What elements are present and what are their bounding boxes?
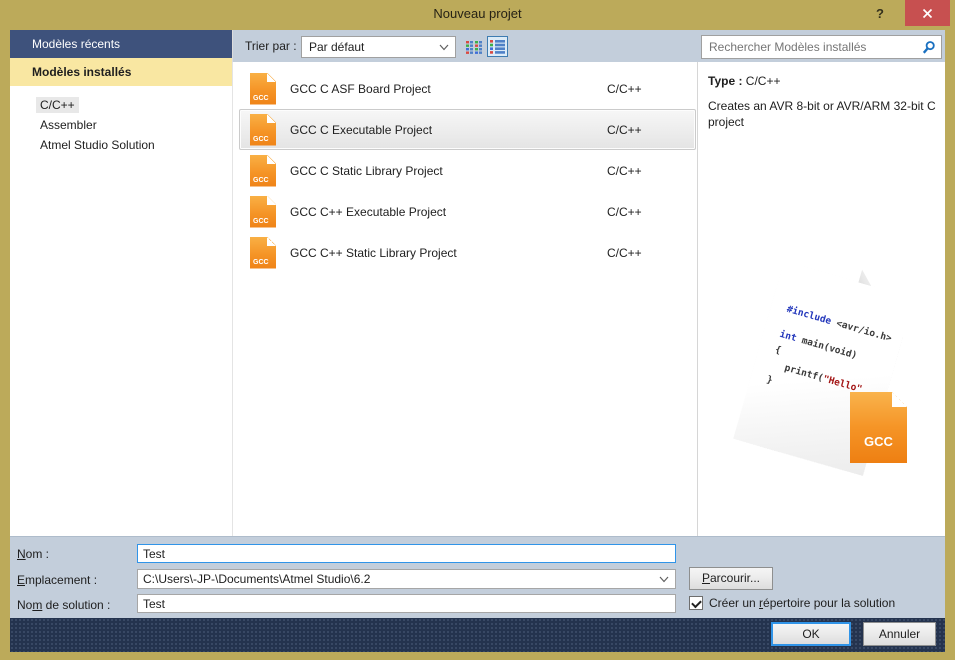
solution-name-label: Nom de solution : bbox=[17, 598, 110, 612]
template-list: GCC GCC C ASF Board Project C/C++ GCC GC… bbox=[232, 62, 697, 536]
project-form: Nom : Emplacement : C:\Users\-JP-\Docume… bbox=[10, 536, 945, 618]
medium-icons-view-icon bbox=[465, 40, 482, 54]
chevron-down-icon bbox=[659, 576, 669, 583]
solution-name-input[interactable] bbox=[137, 594, 676, 613]
template-category-tree: C/C++ Assembler Atmel Studio Solution bbox=[10, 86, 232, 155]
gcc-icon-label: GCC bbox=[253, 95, 269, 102]
template-row-gcc-cpp-static-library[interactable]: GCC GCC C++ Static Library Project C/C++ bbox=[239, 232, 696, 273]
create-directory-label: Créer un répertoire pour la solution bbox=[709, 596, 895, 610]
cancel-button[interactable]: Annuler bbox=[863, 622, 936, 646]
template-row-gcc-c-executable[interactable]: GCC GCC C Executable Project C/C++ bbox=[239, 109, 696, 150]
template-row-gcc-cpp-executable[interactable]: GCC GCC C++ Executable Project C/C++ bbox=[239, 191, 696, 232]
help-button[interactable]: ? bbox=[867, 3, 893, 25]
sidebar-item-recent-templates[interactable]: Modèles récents bbox=[10, 30, 232, 58]
list-toolbar: Trier par : Par défaut bbox=[232, 30, 945, 62]
gcc-file-icon: GCC bbox=[250, 155, 276, 187]
template-description: Creates an AVR 8-bit or AVR/ARM 32-bit C… bbox=[708, 98, 940, 130]
tree-item-assembler[interactable]: Assembler bbox=[10, 115, 232, 135]
titlebar: Nouveau projet ? bbox=[0, 0, 955, 30]
gcc-file-icon: GCC bbox=[250, 73, 276, 105]
location-label: Emplacement : bbox=[17, 573, 97, 587]
type-label: Type : bbox=[708, 74, 742, 88]
type-value: C/C++ bbox=[746, 74, 781, 88]
template-type: C/C++ bbox=[607, 164, 642, 178]
tree-item-label: C/C++ bbox=[36, 97, 79, 113]
gcc-file-icon: GCC bbox=[250, 196, 276, 228]
gcc-icon-label: GCC bbox=[253, 177, 269, 184]
template-row-gcc-c-asf-board[interactable]: GCC GCC C ASF Board Project C/C++ bbox=[239, 68, 696, 109]
medium-icons-view-button[interactable] bbox=[463, 36, 484, 57]
dialog-footer: OK Annuler bbox=[10, 618, 945, 652]
template-type: C/C++ bbox=[607, 246, 642, 260]
project-name-input[interactable] bbox=[137, 544, 676, 563]
gcc-icon-label: GCC bbox=[253, 218, 269, 225]
search-icon[interactable] bbox=[921, 40, 936, 55]
name-label: Nom : bbox=[17, 547, 49, 561]
close-icon bbox=[922, 8, 933, 19]
sidebar: Modèles récents Modèles installés C/C++ … bbox=[10, 30, 232, 536]
gcc-icon-label: GCC bbox=[253, 136, 269, 143]
dialog-title: Nouveau projet bbox=[0, 6, 955, 21]
code-line: int main(void) bbox=[778, 329, 858, 362]
tree-item-label: Assembler bbox=[36, 117, 101, 133]
template-type: C/C++ bbox=[607, 205, 642, 219]
gcc-badge-icon: GCC bbox=[850, 392, 907, 463]
gcc-badge-label: GCC bbox=[850, 434, 907, 449]
tree-item-label: Atmel Studio Solution bbox=[36, 137, 159, 153]
small-icons-view-icon bbox=[489, 39, 506, 54]
new-project-dialog: Nouveau projet ? Modèles récents Modèles… bbox=[0, 0, 955, 660]
small-icons-view-button[interactable] bbox=[487, 36, 508, 57]
sidebar-item-installed-templates[interactable]: Modèles installés bbox=[10, 58, 232, 86]
sort-by-dropdown[interactable]: Par défaut bbox=[301, 36, 456, 58]
location-combobox[interactable]: C:\Users\-JP-\Documents\Atmel Studio\6.2 bbox=[137, 569, 676, 589]
code-line: } bbox=[765, 374, 774, 386]
location-value: C:\Users\-JP-\Documents\Atmel Studio\6.2 bbox=[143, 572, 370, 586]
code-line: printf("Hello" bbox=[783, 362, 863, 395]
sort-by-label: Trier par : bbox=[245, 39, 297, 53]
info-panel: Type : C/C++ Creates an AVR 8-bit or AVR… bbox=[698, 62, 945, 536]
gcc-file-icon: GCC bbox=[250, 114, 276, 146]
gcc-icon-label: GCC bbox=[253, 259, 269, 266]
close-button[interactable] bbox=[905, 0, 950, 26]
search-input[interactable] bbox=[709, 38, 914, 56]
browse-button[interactable]: Parcourir... bbox=[689, 567, 773, 590]
gcc-file-icon: GCC bbox=[250, 237, 276, 269]
tree-item-atmel-studio-solution[interactable]: Atmel Studio Solution bbox=[10, 135, 232, 155]
chevron-down-icon bbox=[439, 44, 449, 51]
sort-by-value: Par défaut bbox=[309, 40, 364, 54]
create-directory-option: Créer un répertoire pour la solution bbox=[689, 596, 895, 610]
template-type: C/C++ bbox=[607, 123, 642, 137]
template-row-gcc-c-static-library[interactable]: GCC GCC C Static Library Project C/C++ bbox=[239, 150, 696, 191]
create-directory-checkbox[interactable] bbox=[689, 596, 703, 610]
ok-button[interactable]: OK bbox=[771, 622, 851, 646]
tree-item-c-cpp[interactable]: C/C++ bbox=[10, 95, 232, 115]
code-line: { bbox=[774, 344, 783, 356]
search-box bbox=[701, 35, 942, 59]
template-type: C/C++ bbox=[607, 82, 642, 96]
